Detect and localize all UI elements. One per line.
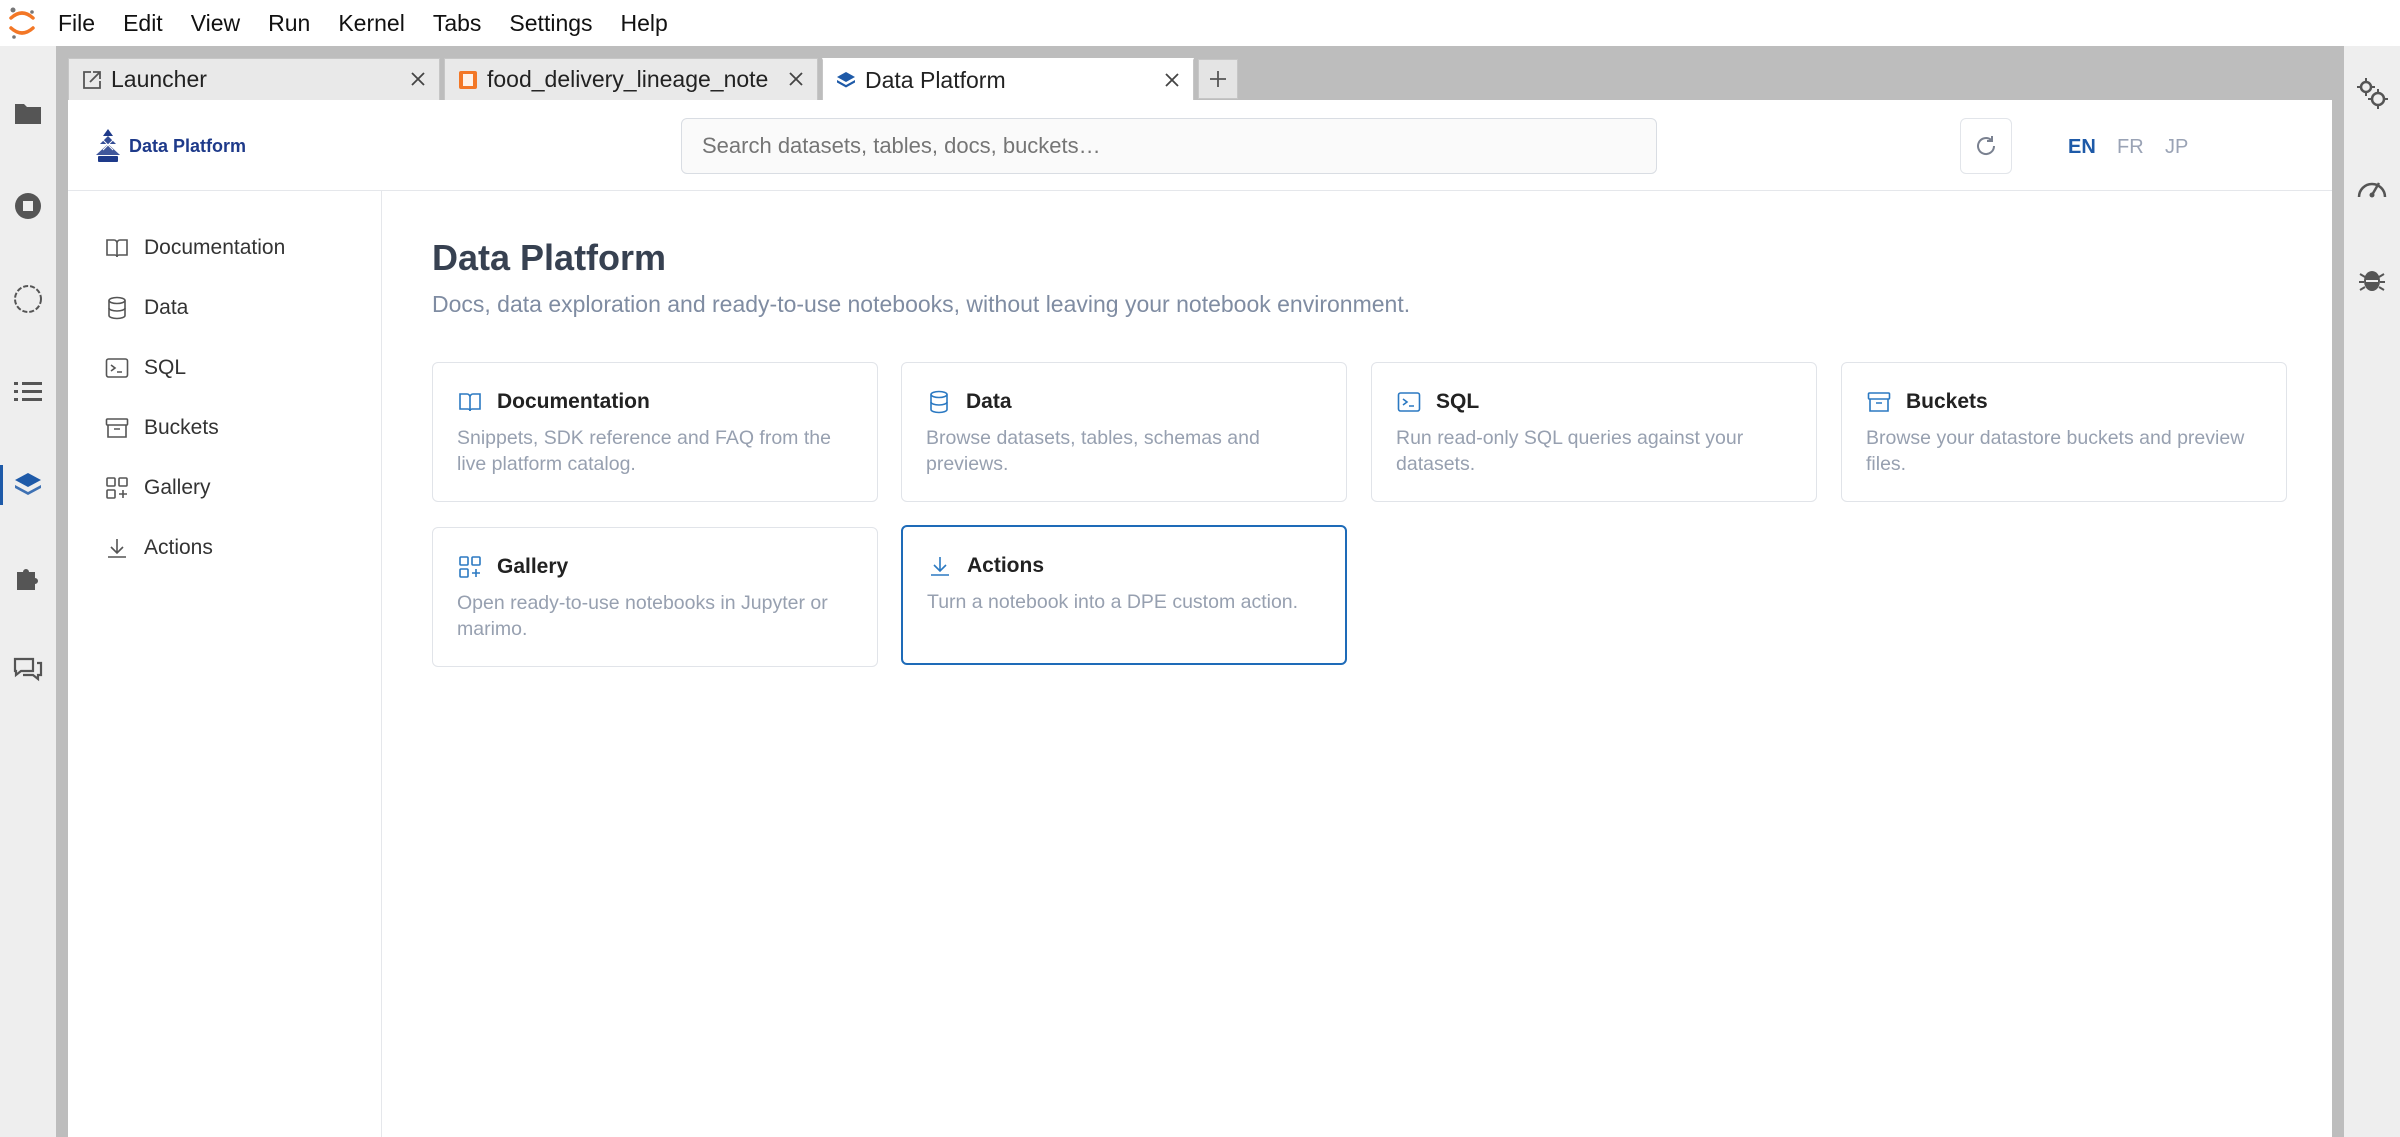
book-icon — [104, 235, 130, 261]
lang-en-button[interactable]: EN — [2068, 136, 2096, 159]
card-description: Open ready-to-use notebooks in Jupyter o… — [457, 592, 828, 640]
dashboard-gauge-icon[interactable] — [2352, 166, 2392, 206]
close-icon[interactable] — [785, 68, 807, 90]
search-input[interactable] — [681, 118, 1657, 174]
terminal-icon — [104, 355, 130, 381]
menu-settings[interactable]: Settings — [495, 0, 606, 46]
download-icon — [104, 535, 130, 561]
card-title: Gallery — [497, 555, 569, 578]
menu-run[interactable]: Run — [254, 0, 324, 46]
sidebar-item-data[interactable]: Data — [104, 288, 188, 328]
card-sql[interactable]: SQL Run read-only SQL queries against yo… — [1371, 362, 1817, 502]
database-icon — [104, 295, 130, 321]
brand[interactable]: Data Platform — [93, 128, 246, 164]
card-data[interactable]: Data Browse datasets, tables, schemas an… — [901, 362, 1347, 502]
sidebar-item-label: Buckets — [144, 416, 219, 439]
gallery-icon — [104, 475, 130, 501]
sidebar-item-label: Gallery — [144, 476, 211, 499]
tab-notebook[interactable]: food_delivery_lineage_note — [444, 58, 818, 100]
book-icon — [457, 389, 483, 415]
page-title: Data Platform — [432, 237, 667, 278]
database-icon — [926, 389, 952, 415]
card-description: Browse your datastore buckets and previe… — [1866, 427, 2245, 475]
card-title: Documentation — [497, 390, 650, 413]
menu-view[interactable]: View — [177, 0, 254, 46]
sidebar-item-label: Data — [144, 296, 189, 319]
gallery-icon — [457, 554, 483, 580]
panel-sidebar: Documentation Data SQL Buckets Gallery A… — [68, 191, 382, 1137]
data-platform-panel: Data Platform EN FR JP Documentation — [68, 100, 2332, 1137]
card-title: Buckets — [1906, 390, 1988, 413]
active-indicator — [0, 465, 3, 505]
sidebar-item-documentation[interactable]: Documentation — [104, 228, 285, 268]
property-inspector-icon[interactable] — [8, 279, 48, 319]
brand-logo-icon — [96, 129, 120, 162]
card-description: Snippets, SDK reference and FAQ from the… — [457, 427, 831, 475]
card-description: Turn a notebook into a DPE custom action… — [927, 591, 1299, 613]
sidebar-item-label: SQL — [144, 356, 187, 379]
tab-launcher[interactable]: Launcher — [68, 58, 440, 100]
card-title: Actions — [967, 554, 1045, 577]
card-documentation[interactable]: Documentation Snippets, SDK reference an… — [432, 362, 878, 502]
archive-icon — [104, 415, 130, 441]
sidebar-item-label: Actions — [144, 536, 213, 559]
archive-icon — [1866, 389, 1892, 415]
tab-label: food_delivery_lineage_note — [487, 66, 769, 92]
close-icon[interactable] — [407, 68, 429, 90]
tab-label: Data Platform — [865, 66, 1006, 93]
menu-kernel[interactable]: Kernel — [324, 0, 418, 46]
running-kernels-icon[interactable] — [8, 186, 48, 226]
card-description: Browse datasets, tables, schemas and pre… — [926, 427, 1260, 475]
card-gallery[interactable]: Gallery Open ready-to-use notebooks in J… — [432, 527, 878, 667]
close-icon[interactable] — [1161, 69, 1183, 91]
notebook-icon — [457, 69, 479, 91]
menu-edit[interactable]: Edit — [109, 0, 177, 46]
menu-tabs[interactable]: Tabs — [419, 0, 496, 46]
page-subtitle: Docs, data exploration and ready-to-use … — [432, 291, 1411, 317]
refresh-icon — [1977, 136, 1996, 155]
menu-file[interactable]: File — [44, 0, 109, 46]
plus-icon — [1210, 71, 1226, 87]
card-buckets[interactable]: Buckets Browse your datastore buckets an… — [1841, 362, 2287, 502]
refresh-button[interactable] — [1960, 118, 2012, 174]
lang-jp-button[interactable]: JP — [2165, 136, 2188, 159]
main-area: Launcher food_delivery_lineage_note Data… — [56, 46, 2344, 1137]
sidebar-item-gallery[interactable]: Gallery — [104, 468, 211, 508]
menu-bar: File Edit View Run Kernel Tabs Settings … — [0, 0, 2400, 46]
lang-fr-button[interactable]: FR — [2117, 136, 2144, 159]
new-tab-button[interactable] — [1198, 59, 1238, 99]
terminal-icon — [1396, 389, 1422, 415]
tab-label: Launcher — [111, 66, 207, 92]
sidebar-item-sql[interactable]: SQL — [104, 348, 186, 388]
tab-bar: Launcher food_delivery_lineage_note Data… — [68, 58, 1238, 100]
menu-help[interactable]: Help — [607, 0, 682, 46]
sidebar-item-buckets[interactable]: Buckets — [104, 408, 219, 448]
chat-icon[interactable] — [8, 651, 48, 691]
sidebar-item-actions[interactable]: Actions — [104, 528, 213, 568]
data-platform-icon[interactable] — [8, 465, 48, 505]
data-platform-icon — [835, 69, 857, 91]
tab-data-platform[interactable]: Data Platform — [822, 58, 1194, 100]
card-actions[interactable]: Actions Turn a notebook into a DPE custo… — [901, 525, 1347, 665]
folder-icon[interactable] — [8, 93, 48, 133]
settings-gears-icon[interactable] — [2352, 73, 2392, 113]
left-activity-bar — [0, 46, 56, 1137]
right-activity-bar — [2344, 46, 2400, 1137]
card-title: Data — [966, 390, 1012, 413]
sidebar-item-label: Documentation — [144, 236, 286, 259]
download-icon — [927, 553, 953, 579]
brand-name: Data Platform — [129, 135, 247, 156]
table-of-contents-icon[interactable] — [8, 372, 48, 412]
panel-header: Data Platform EN FR JP — [68, 100, 2332, 191]
panel-content: Data Platform Docs, data exploration and… — [382, 191, 2332, 1137]
card-description: Run read-only SQL queries against your d… — [1396, 427, 1744, 475]
debugger-bug-icon[interactable] — [2352, 259, 2392, 299]
card-title: SQL — [1436, 390, 1480, 413]
jupyter-logo-icon — [0, 0, 44, 46]
launcher-icon — [81, 69, 103, 91]
extension-manager-icon[interactable] — [8, 558, 48, 598]
